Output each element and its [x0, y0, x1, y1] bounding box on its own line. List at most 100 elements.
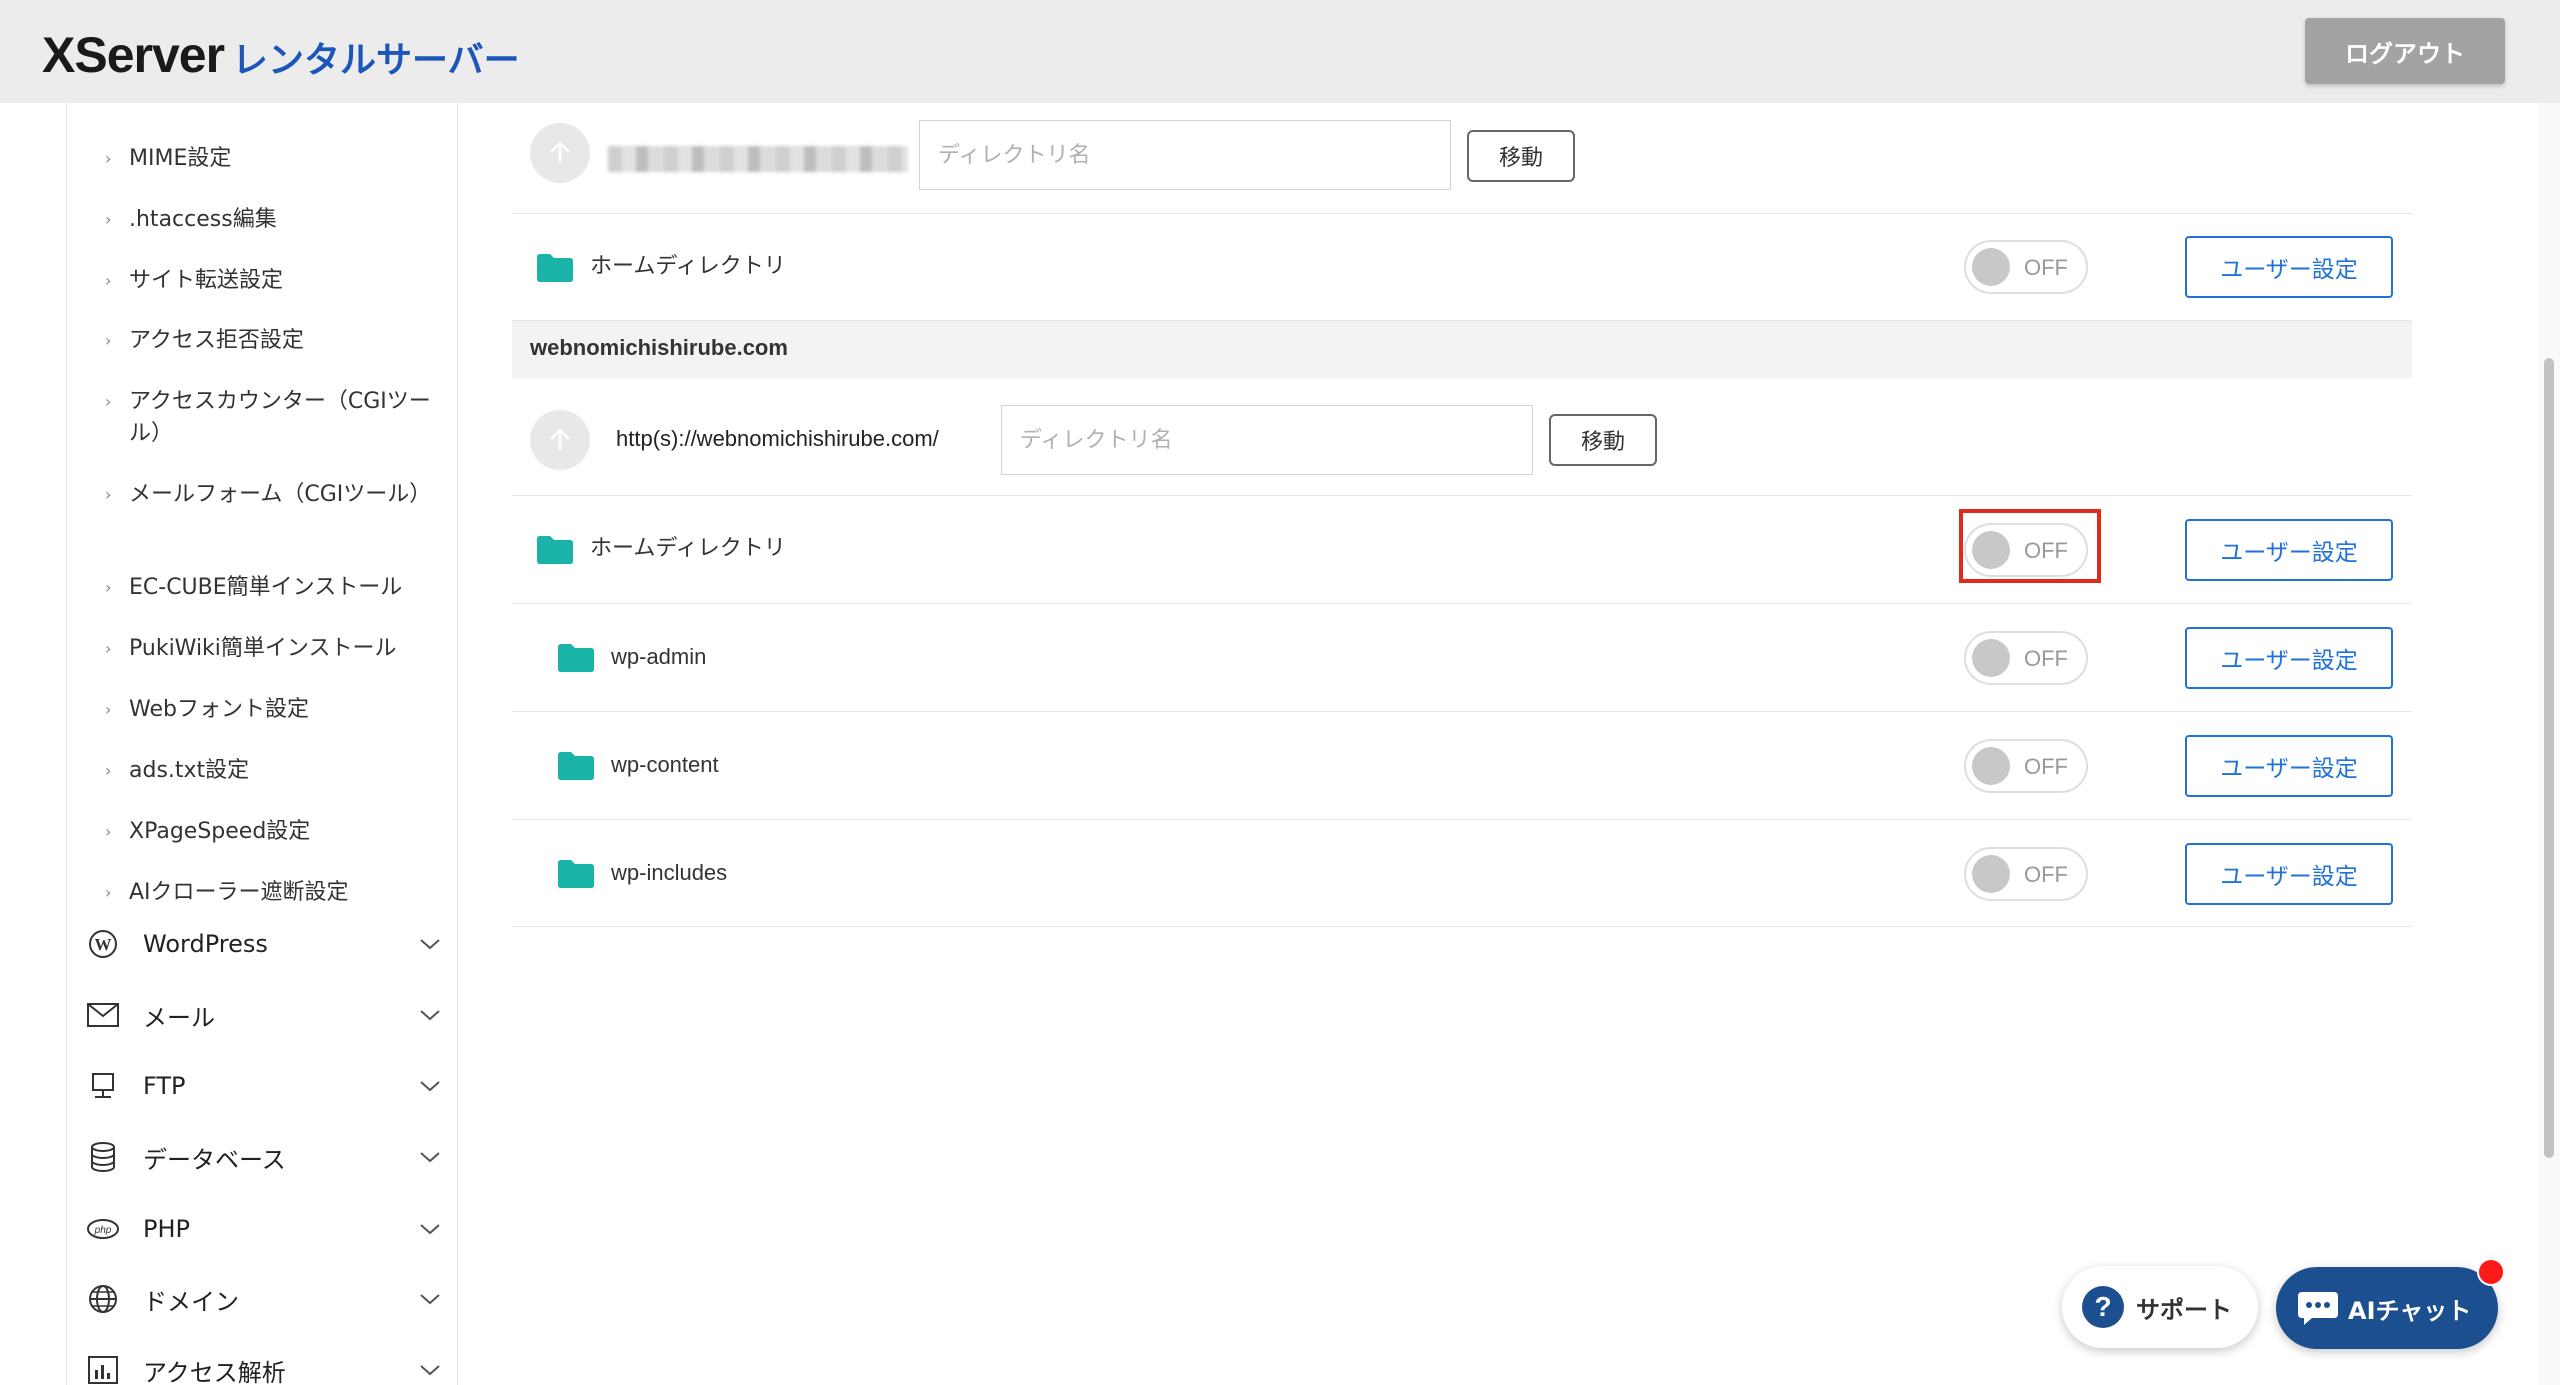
toggle-label: OFF	[2024, 255, 2068, 280]
chevron-right-icon: ›	[105, 271, 112, 290]
category-label: メール	[143, 1003, 215, 1032]
chevron-down-icon	[420, 1010, 440, 1021]
logo-sub-text: レンタルサーバー	[232, 40, 520, 81]
user-settings-button[interactable]: ユーザー設定	[2185, 519, 2393, 581]
support-label: サポート	[2136, 1295, 2232, 1324]
sidebar-item-ads-txt[interactable]: › ads.txt設定	[105, 755, 445, 787]
sidebar-item-mime[interactable]: › MIME設定	[105, 143, 445, 175]
parent-directory-button[interactable]	[530, 123, 590, 183]
wordpress-icon: W	[85, 926, 121, 962]
directory-name-input[interactable]	[1001, 405, 1533, 475]
toggle-knob	[1972, 747, 2010, 785]
svg-text:W: W	[95, 935, 112, 954]
chevron-right-icon: ›	[105, 639, 112, 658]
svg-text:php: php	[94, 1225, 112, 1236]
access-restriction-toggle[interactable]: OFF	[1964, 739, 2088, 793]
category-label: データベース	[143, 1145, 286, 1174]
analytics-icon	[85, 1352, 121, 1385]
chevron-right-icon: ›	[105, 485, 112, 504]
sidebar-category-analytics[interactable]: アクセス解析	[85, 1350, 445, 1385]
sidebar-item-pukiwiki[interactable]: › PukiWiki簡単インストール	[105, 633, 445, 665]
toggle-knob	[1972, 855, 2010, 893]
category-label: アクセス解析	[143, 1358, 286, 1385]
sidebar-item-xpagespeed[interactable]: › XPageSpeed設定	[105, 816, 445, 848]
sidebar-item-label: .htaccess編集	[129, 207, 277, 232]
move-button[interactable]: 移動	[1549, 414, 1657, 466]
sidebar-item-site-redirect[interactable]: › サイト転送設定	[105, 265, 445, 297]
directory-label: wp-content	[611, 752, 719, 777]
sidebar-item-label: MIME設定	[129, 146, 232, 171]
access-restriction-toggle[interactable]: OFF	[1964, 847, 2088, 901]
sidebar-item-label: Webフォント設定	[129, 697, 309, 722]
directory-row-wp-content: wp-content OFF ユーザー設定	[512, 712, 2412, 820]
category-label: PHP	[143, 1215, 190, 1243]
parent-directory-button[interactable]	[530, 410, 590, 470]
sidebar-category-mail[interactable]: メール	[85, 995, 445, 1035]
folder-icon	[558, 860, 594, 888]
globe-icon	[85, 1281, 121, 1317]
ftp-icon	[85, 1068, 121, 1104]
scrollbar-thumb[interactable]	[2544, 358, 2554, 1158]
sidebar-category-domain[interactable]: ドメイン	[85, 1279, 445, 1319]
sidebar-category-php[interactable]: php PHP	[85, 1209, 445, 1249]
sidebar-item-ai-crawler[interactable]: › AIクローラー遮断設定	[105, 877, 445, 909]
chevron-down-icon	[420, 939, 440, 950]
chevron-right-icon: ›	[105, 149, 112, 168]
sidebar-item-ec-cube[interactable]: › EC-CUBE簡単インストール	[105, 572, 445, 604]
sidebar-item-access-counter[interactable]: › アクセスカウンター（CGIツール）	[105, 386, 445, 450]
page-scrollbar[interactable]	[2538, 103, 2560, 1385]
category-label: WordPress	[143, 930, 268, 958]
chevron-right-icon: ›	[105, 761, 112, 780]
arrow-up-icon	[550, 428, 570, 450]
chevron-down-icon	[420, 1294, 440, 1305]
domain-nav-row: http(s)://webnomichishirube.com/ 移動	[512, 379, 2412, 496]
sidebar-item-label: メールフォーム（CGIツール）	[129, 482, 432, 507]
user-settings-button[interactable]: ユーザー設定	[2185, 236, 2393, 298]
move-button[interactable]: 移動	[1467, 130, 1575, 182]
category-label: FTP	[143, 1072, 186, 1100]
chevron-down-icon	[420, 1152, 440, 1163]
chevron-down-icon	[420, 1365, 440, 1376]
toggle-label: OFF	[2024, 862, 2068, 887]
current-path: http(s)://webnomichishirube.com/	[616, 426, 939, 451]
app-header: XServer レンタルサーバー ログアウト	[0, 0, 2560, 103]
sidebar-category-database[interactable]: データベース	[85, 1137, 445, 1177]
user-settings-button[interactable]: ユーザー設定	[2185, 735, 2393, 797]
sidebar-category-ftp[interactable]: FTP	[85, 1066, 445, 1106]
toggle-knob	[1972, 248, 2010, 286]
access-restriction-toggle[interactable]: OFF	[1964, 631, 2088, 685]
highlight-annotation	[1959, 509, 2101, 583]
sidebar-item-htaccess[interactable]: › .htaccess編集	[105, 204, 445, 236]
sidebar-item-label: サイト転送設定	[129, 268, 284, 293]
chevron-down-icon	[420, 1081, 440, 1092]
sidebar-item-access-deny[interactable]: › アクセス拒否設定	[105, 325, 445, 357]
sidebar-item-label: EC-CUBE簡単インストール	[129, 575, 403, 600]
database-icon	[85, 1139, 121, 1175]
support-button[interactable]: ? サポート	[2062, 1266, 2258, 1348]
chevron-right-icon: ›	[105, 578, 112, 597]
user-settings-button[interactable]: ユーザー設定	[2185, 627, 2393, 689]
directory-row-home: ホームディレクトリ OFF ユーザー設定	[512, 214, 2412, 321]
sidebar-item-web-font[interactable]: › Webフォント設定	[105, 694, 445, 726]
directory-name-input[interactable]	[919, 120, 1451, 190]
sidebar-item-mail-form[interactable]: › メールフォーム（CGIツール）	[105, 479, 445, 511]
category-label: ドメイン	[143, 1287, 239, 1316]
mail-icon	[85, 997, 121, 1033]
help-icon: ?	[2082, 1286, 2124, 1328]
current-path-blurred	[608, 146, 908, 172]
access-restriction-toggle[interactable]: OFF	[1964, 240, 2088, 294]
ai-chat-label: AIチャット	[2348, 1296, 2472, 1325]
toggle-label: OFF	[2024, 646, 2068, 671]
xserver-logo[interactable]: XServer レンタルサーバー	[42, 26, 520, 86]
sidebar-item-label: PukiWiki簡単インストール	[129, 636, 397, 661]
directory-label: ホームディレクトリ	[590, 536, 786, 561]
directory-row-wp-includes: wp-includes OFF ユーザー設定	[512, 820, 2412, 927]
chevron-right-icon: ›	[105, 210, 112, 229]
chevron-right-icon: ›	[105, 331, 112, 350]
sidebar-category-wordpress[interactable]: W WordPress	[85, 924, 445, 964]
logout-button[interactable]: ログアウト	[2305, 18, 2505, 84]
ai-chat-button[interactable]: AIチャット	[2276, 1267, 2498, 1349]
directory-label: wp-includes	[611, 860, 728, 885]
folder-icon	[558, 644, 594, 672]
user-settings-button[interactable]: ユーザー設定	[2185, 843, 2393, 905]
